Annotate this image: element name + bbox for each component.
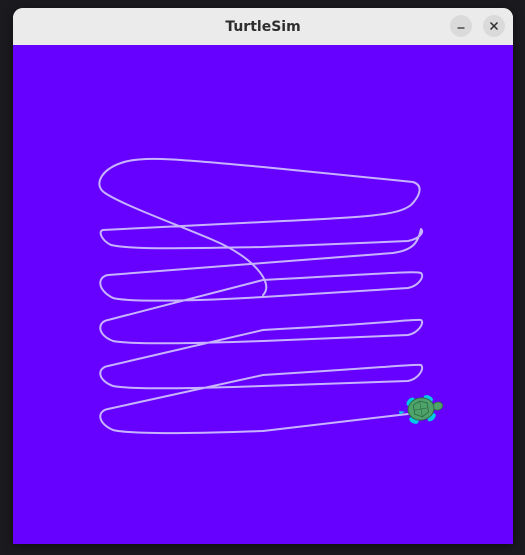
pen-trail	[98, 157, 424, 435]
turtlesim-canvas	[13, 45, 513, 544]
close-icon	[489, 21, 499, 31]
minimize-button[interactable]	[450, 15, 472, 37]
turtle-sprite[interactable]	[397, 391, 445, 428]
window-title: TurtleSim	[225, 18, 301, 35]
desktop-background: TurtleSim	[0, 0, 525, 555]
turtlesim-window: TurtleSim	[13, 8, 513, 544]
minimize-icon	[457, 27, 465, 29]
close-button[interactable]	[483, 15, 505, 37]
drawing-surface	[98, 157, 445, 435]
window-titlebar[interactable]: TurtleSim	[13, 8, 513, 46]
